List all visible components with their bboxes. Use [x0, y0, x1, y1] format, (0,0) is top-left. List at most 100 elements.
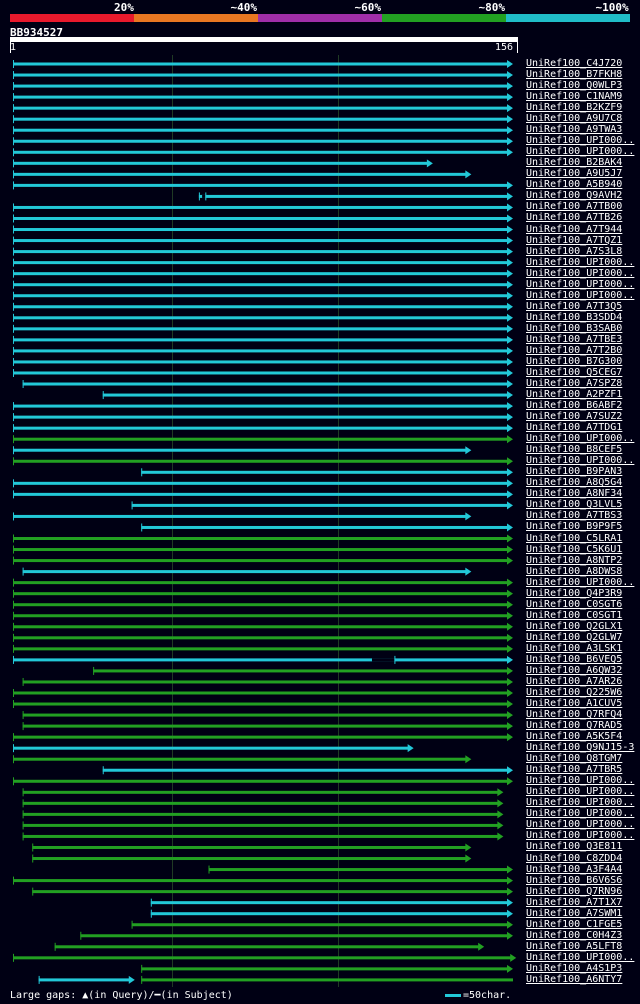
hit-label[interactable]: UniRef100_UPI000.. — [526, 268, 634, 279]
hit-label[interactable]: UniRef100_C5LRA1 — [526, 533, 622, 544]
hit-label[interactable]: UniRef100_A3F4A4 — [526, 864, 622, 875]
hit-bar[interactable] — [13, 294, 508, 298]
hit-label[interactable]: UniRef100_C1FGE5 — [526, 919, 622, 930]
hit-label[interactable]: UniRef100_A1CUV5 — [526, 698, 622, 709]
hit-bar[interactable] — [131, 503, 509, 507]
hit-label[interactable]: UniRef100_UPI000.. — [526, 257, 634, 268]
hit-row[interactable] — [13, 104, 513, 113]
hit-label[interactable]: UniRef100_A7T2B0 — [526, 345, 622, 356]
hit-label[interactable]: UniRef100_B6V6S6 — [526, 875, 622, 886]
hit-row[interactable] — [13, 622, 513, 631]
hit-row[interactable] — [13, 953, 517, 962]
hit-row[interactable] — [22, 832, 504, 841]
hit-label[interactable]: UniRef100_Q225W6 — [526, 687, 622, 698]
hit-bar[interactable] — [13, 316, 508, 320]
hit-label[interactable]: UniRef100_B7FKH8 — [526, 69, 622, 80]
hit-bar[interactable] — [54, 945, 480, 949]
hit-label[interactable]: UniRef100_A8Q5G4 — [526, 477, 622, 488]
hit-row[interactable] — [13, 313, 513, 322]
hit-label[interactable]: UniRef100_B3SAB0 — [526, 323, 622, 334]
hit-label[interactable]: UniRef100_B2BAK4 — [526, 157, 622, 168]
hit-row[interactable] — [22, 799, 504, 808]
hit-row[interactable] — [32, 887, 513, 896]
hit-label[interactable]: UniRef100_A4S1P3 — [526, 963, 622, 974]
hit-bar[interactable] — [141, 967, 508, 971]
hit-row[interactable] — [13, 644, 513, 653]
hit-row[interactable] — [32, 843, 472, 852]
hit-label[interactable]: UniRef100_Q3E811 — [526, 841, 622, 852]
hit-bar[interactable] — [80, 934, 509, 938]
hit-row[interactable] — [13, 578, 513, 587]
hit-bar[interactable] — [13, 305, 508, 309]
hit-row[interactable] — [13, 545, 513, 554]
hit-bar[interactable] — [13, 283, 508, 287]
hit-bar[interactable] — [32, 890, 508, 894]
hit-row[interactable] — [38, 975, 513, 984]
hit-bar[interactable] — [13, 73, 508, 77]
hit-bar[interactable] — [13, 481, 508, 485]
hit-label[interactable]: UniRef100_A8NTP2 — [526, 555, 622, 566]
hit-row[interactable] — [13, 148, 513, 157]
hit-row[interactable] — [13, 280, 513, 289]
hit-bar[interactable] — [93, 669, 508, 673]
hit-bar[interactable] — [13, 183, 508, 187]
hit-row[interactable] — [13, 71, 513, 80]
hit-row[interactable] — [13, 435, 513, 444]
hit-label[interactable]: UniRef100_C0SGT6 — [526, 599, 622, 610]
hit-row[interactable] — [22, 380, 513, 389]
hit-row[interactable] — [13, 346, 513, 355]
hit-bar[interactable] — [22, 801, 499, 805]
hit-bar[interactable] — [13, 581, 508, 585]
hit-label[interactable]: UniRef100_A7SUZ2 — [526, 411, 622, 422]
hit-bar[interactable] — [13, 349, 508, 353]
hit-label[interactable]: UniRef100_A8DWS8 — [526, 566, 622, 577]
hit-label[interactable]: UniRef100_UPI000.. — [526, 279, 634, 290]
hit-label[interactable]: UniRef100_A7TBE3 — [526, 334, 622, 345]
hit-row[interactable] — [13, 413, 513, 422]
hit-row[interactable] — [13, 159, 433, 168]
hit-row[interactable] — [13, 733, 513, 742]
hit-bar[interactable] — [32, 845, 467, 849]
hit-bar[interactable] — [13, 691, 508, 695]
hit-label[interactable]: UniRef100_A5B940 — [526, 179, 622, 190]
hit-label[interactable]: UniRef100_Q0WLP3 — [526, 80, 622, 91]
hit-bar[interactable] — [150, 912, 509, 916]
hit-bar[interactable] — [13, 117, 508, 121]
hit-row[interactable] — [13, 655, 513, 664]
hit-row[interactable] — [13, 589, 513, 598]
hit-label[interactable]: UniRef100_A7TB26 — [526, 212, 622, 223]
hit-label[interactable]: UniRef100_A7TBR5 — [526, 764, 622, 775]
hit-bar[interactable] — [13, 459, 508, 463]
hit-row[interactable] — [150, 909, 513, 918]
hit-row[interactable] — [22, 711, 513, 720]
hit-label[interactable]: UniRef100_UPI000.. — [526, 433, 634, 444]
hit-row[interactable] — [13, 93, 513, 102]
hit-label[interactable]: UniRef100_Q3LVL5 — [526, 499, 622, 510]
hit-bar[interactable] — [150, 901, 509, 905]
hit-row[interactable] — [13, 258, 513, 267]
hit-label[interactable]: UniRef100_Q9AVH2 — [526, 190, 622, 201]
hit-label[interactable]: UniRef100_A7T1X7 — [526, 897, 622, 908]
hit-label[interactable]: UniRef100_A7T3Q5 — [526, 301, 622, 312]
hit-label[interactable]: UniRef100_UPI000.. — [526, 290, 634, 301]
hit-row[interactable] — [13, 115, 513, 124]
hit-label[interactable]: UniRef100_C0H4Z3 — [526, 930, 622, 941]
hit-row[interactable] — [22, 677, 513, 686]
hit-bar[interactable] — [13, 161, 428, 165]
hit-row[interactable] — [22, 567, 472, 576]
hit-row[interactable] — [13, 600, 513, 609]
hit-bar[interactable] — [13, 272, 508, 276]
hit-row[interactable] — [32, 854, 472, 863]
hit-label[interactable]: UniRef100_A7TQZ1 — [526, 235, 622, 246]
hit-row[interactable] — [13, 357, 513, 366]
hit-label[interactable]: UniRef100_C0SGT1 — [526, 610, 622, 621]
hit-bar[interactable] — [13, 128, 508, 132]
hit-label[interactable]: UniRef100_UPI000.. — [526, 830, 634, 841]
hit-label[interactable]: UniRef100_A7TBS3 — [526, 510, 622, 521]
hit-label[interactable]: UniRef100_Q4P3R9 — [526, 588, 622, 599]
hit-row[interactable] — [22, 810, 504, 819]
hit-label[interactable]: UniRef100_A7AR26 — [526, 676, 622, 687]
hit-label[interactable]: UniRef100_B2KZF9 — [526, 102, 622, 113]
hit-row[interactable] — [13, 214, 513, 223]
hit-label[interactable]: UniRef100_A3LSK1 — [526, 643, 622, 654]
